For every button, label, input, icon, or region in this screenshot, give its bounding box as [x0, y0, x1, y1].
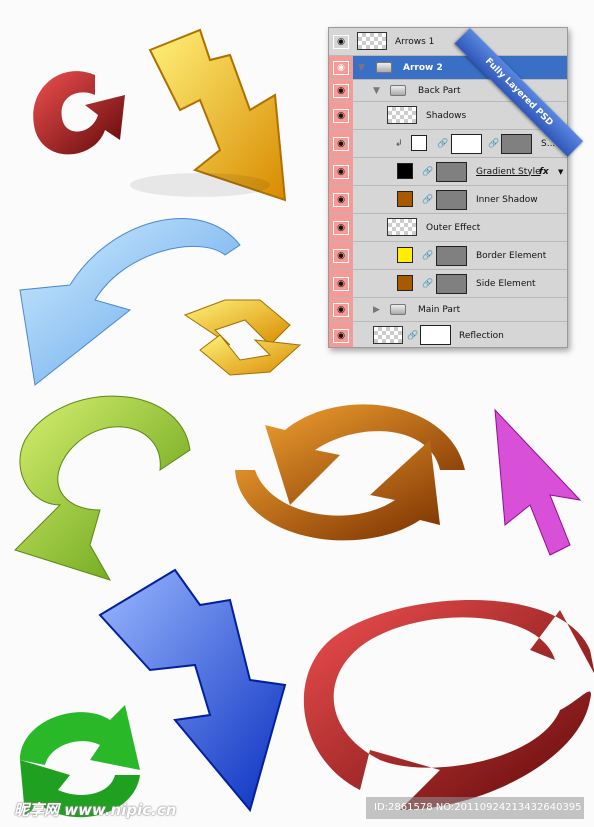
eye-icon: ◉	[333, 220, 349, 235]
layer-row-selected[interactable]: ◉ ▼ Arrow 2	[329, 56, 567, 80]
orange-cycle-arrows	[235, 404, 465, 541]
layer-row[interactable]: ◉ Outer Effect	[329, 214, 567, 242]
layer-row[interactable]: ◉ 🔗 Inner Shadow	[329, 186, 567, 214]
blue-chevron-arrow	[98, 568, 287, 813]
visibility-toggle[interactable]: ◉	[329, 158, 353, 185]
eye-icon: ◉	[333, 276, 349, 291]
image-id-label: ID:2861578 NO:20110924213432640395	[366, 797, 584, 819]
mask-thumbnail	[420, 325, 451, 345]
layer-name: Side Element	[476, 278, 536, 289]
layer-name: Shadows	[426, 110, 467, 121]
mask-thumbnail	[436, 162, 467, 182]
eye-icon: ◉	[333, 248, 349, 263]
mask-thumbnail	[451, 134, 482, 154]
mask-thumbnail	[501, 134, 532, 154]
watermark: 昵享网 www.nipic.cn	[14, 801, 177, 819]
layer-thumbnail	[387, 218, 417, 236]
layer-name: Arrows 1	[395, 36, 435, 47]
layer-name: Reflection	[459, 330, 504, 341]
yellow-down-arrow	[130, 28, 287, 202]
color-swatch[interactable]	[397, 275, 413, 291]
magenta-cursor-arrow	[494, 408, 582, 556]
fx-icon[interactable]: fx	[539, 167, 549, 177]
red-curl-arrow	[33, 71, 125, 155]
eye-icon: ◉	[333, 192, 349, 207]
eye-icon: ◉	[333, 328, 349, 343]
folder-icon	[376, 62, 392, 73]
layer-name: Inner Shadow	[476, 194, 538, 205]
eye-icon: ◉	[333, 34, 349, 49]
green-loop-arrow	[14, 395, 191, 581]
eye-icon: ◉	[333, 302, 349, 317]
layer-row[interactable]: ◉ Arrows 1	[329, 28, 567, 56]
yellow-cycle-arrows	[183, 299, 302, 376]
chain-link-icon: 🔗	[488, 138, 500, 149]
chain-link-icon: 🔗	[422, 278, 434, 289]
chain-link-icon: 🔗	[422, 250, 434, 261]
color-swatch[interactable]	[411, 135, 427, 151]
mask-thumbnail	[436, 190, 467, 210]
layers-panel: ◉ Arrows 1 ◉ ▼ Arrow 2 ◉ ▼ Back Part ◉ S…	[328, 27, 568, 348]
layer-name: Arrow 2	[403, 62, 443, 73]
eye-icon: ◉	[333, 136, 349, 151]
eye-icon: ◉	[333, 164, 349, 179]
effects-dropdown-icon[interactable]: ▼	[558, 168, 563, 176]
visibility-toggle[interactable]: ◉	[329, 56, 353, 79]
chain-link-icon: 🔗	[437, 138, 449, 149]
layer-row[interactable]: ◉ 🔗 Gradient Style fx ▼	[329, 158, 567, 186]
visibility-toggle[interactable]: ◉	[329, 270, 353, 297]
layer-row[interactable]: ◉ ▶ Main Part	[329, 298, 567, 322]
visibility-toggle[interactable]: ◉	[329, 130, 353, 157]
eye-icon: ◉	[333, 83, 349, 98]
color-swatch[interactable]	[397, 163, 413, 179]
expand-triangle-icon[interactable]: ▼	[373, 86, 380, 96]
layer-thumbnail	[387, 106, 417, 124]
layer-name: Main Part	[418, 304, 461, 315]
smart-object-thumbnail	[357, 32, 387, 50]
visibility-toggle[interactable]: ◉	[329, 186, 353, 213]
mask-thumbnail	[436, 246, 467, 266]
layer-thumbnail	[373, 326, 403, 344]
layer-row[interactable]: ◉ 🔗 Border Element	[329, 242, 567, 270]
expand-triangle-icon[interactable]: ▼	[358, 63, 365, 73]
eye-icon: ◉	[333, 60, 349, 75]
eye-icon: ◉	[333, 108, 349, 123]
visibility-toggle[interactable]: ◉	[329, 242, 353, 269]
chain-link-icon: 🔗	[422, 194, 434, 205]
color-swatch[interactable]	[397, 247, 413, 263]
folder-icon	[390, 85, 406, 96]
chain-link-icon: 🔗	[407, 330, 419, 341]
visibility-toggle[interactable]: ◉	[329, 80, 353, 101]
folder-icon	[390, 304, 406, 315]
layer-row[interactable]: ◉ ↲ 🔗 🔗 S...	[329, 130, 567, 158]
visibility-toggle[interactable]: ◉	[329, 214, 353, 241]
collapse-triangle-icon[interactable]: ▶	[373, 305, 380, 315]
mask-thumbnail	[436, 274, 467, 294]
visibility-toggle[interactable]: ◉	[329, 28, 353, 55]
visibility-toggle[interactable]: ◉	[329, 102, 353, 129]
layer-row[interactable]: ◉ 🔗 Reflection	[329, 322, 567, 347]
layer-name: Back Part	[418, 85, 461, 96]
color-swatch[interactable]	[397, 191, 413, 207]
visibility-toggle[interactable]: ◉	[329, 298, 353, 321]
layer-row[interactable]: ◉ 🔗 Side Element	[329, 270, 567, 298]
clip-arrow-icon: ↲	[395, 138, 403, 149]
layer-name: Outer Effect	[426, 222, 481, 233]
layer-name: Border Element	[476, 250, 547, 261]
visibility-toggle[interactable]: ◉	[329, 322, 353, 347]
chain-link-icon: 🔗	[422, 166, 434, 177]
red-ring-arrow	[303, 600, 594, 810]
blue-curved-arrow	[19, 218, 241, 386]
layer-name: Gradient Style	[476, 166, 541, 177]
